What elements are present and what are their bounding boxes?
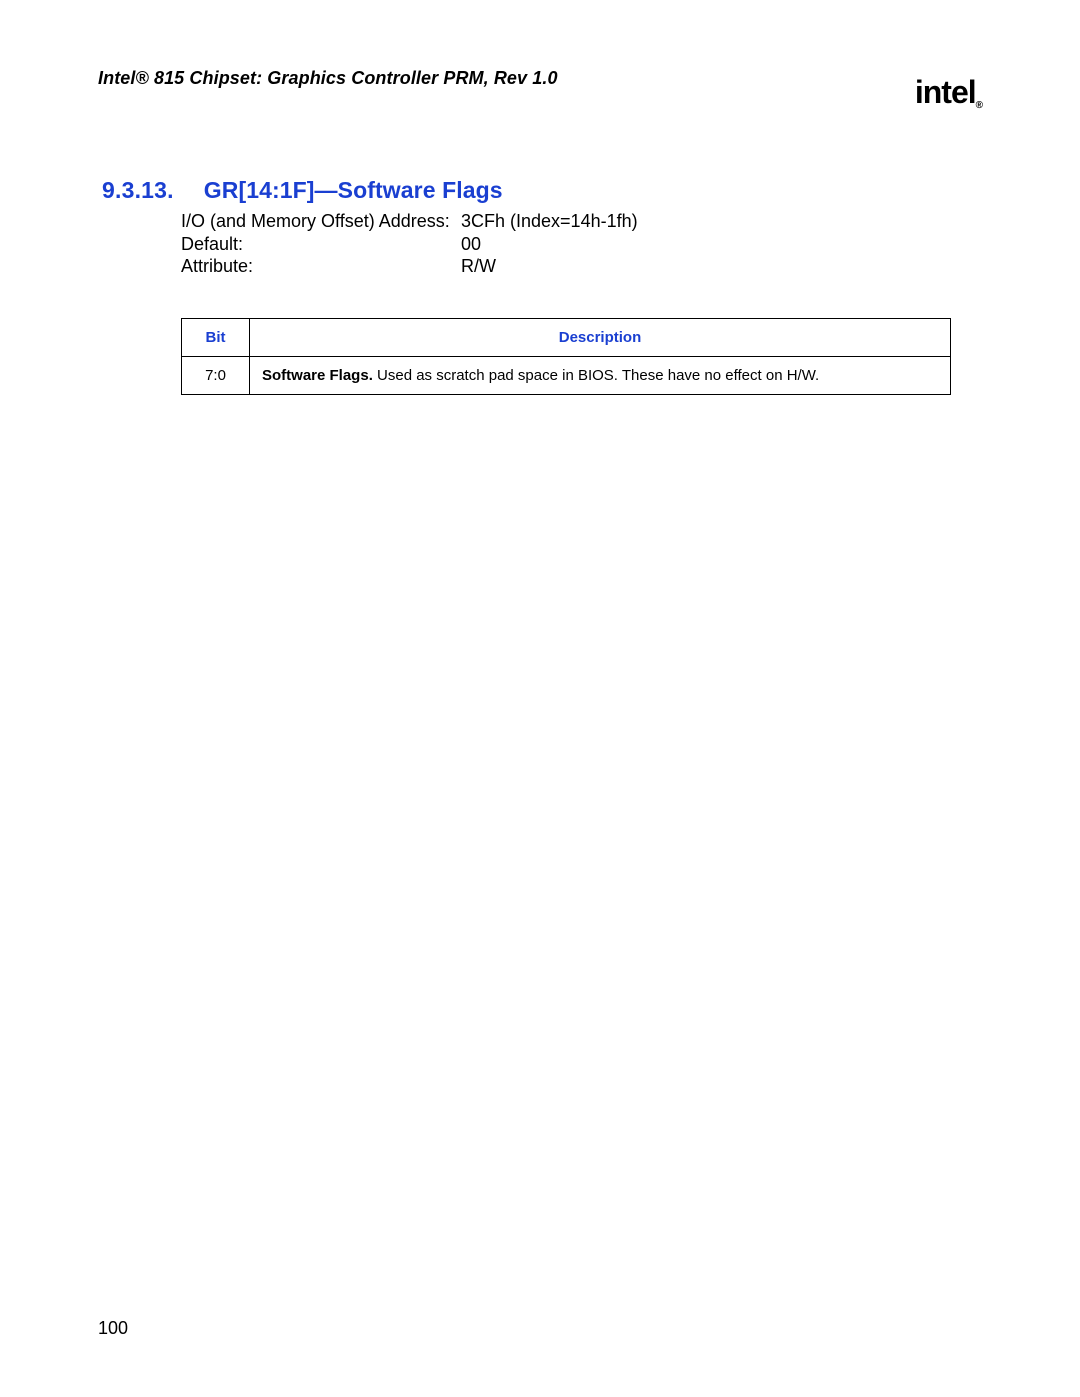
table-header-description: Description	[250, 318, 951, 356]
table-cell-bit: 7:0	[182, 356, 250, 394]
desc-bold: Software Flags.	[262, 367, 373, 384]
meta-value-default: 00	[461, 233, 481, 256]
document-header: Intel® 815 Chipset: Graphics Controller …	[98, 68, 558, 89]
meta-value-address: 3CFh (Index=14h-1fh)	[461, 210, 638, 233]
page-number: 100	[98, 1318, 128, 1339]
meta-label-attribute: Attribute:	[181, 255, 461, 278]
meta-label-address: I/O (and Memory Offset) Address:	[181, 210, 461, 233]
header-row: Intel® 815 Chipset: Graphics Controller …	[98, 68, 982, 107]
meta-label-default: Default:	[181, 233, 461, 256]
section-number: 9.3.13.	[102, 177, 174, 204]
meta-row: I/O (and Memory Offset) Address: 3CFh (I…	[181, 210, 982, 233]
intel-logo-registered: ®	[976, 100, 982, 111]
intel-logo-text: intel	[915, 74, 976, 110]
register-table: Bit Description 7:0 Software Flags. Used…	[181, 318, 951, 395]
register-meta: I/O (and Memory Offset) Address: 3CFh (I…	[181, 210, 982, 278]
table-header-bit: Bit	[182, 318, 250, 356]
intel-logo: intel®	[915, 74, 982, 113]
page-container: Intel® 815 Chipset: Graphics Controller …	[0, 0, 1080, 1397]
meta-row: Attribute: R/W	[181, 255, 982, 278]
section-title: GR[14:1F]—Software Flags	[204, 177, 503, 204]
table-header-row: Bit Description	[182, 318, 951, 356]
meta-row: Default: 00	[181, 233, 982, 256]
meta-value-attribute: R/W	[461, 255, 496, 278]
table-cell-description: Software Flags. Used as scratch pad spac…	[250, 356, 951, 394]
table-row: 7:0 Software Flags. Used as scratch pad …	[182, 356, 951, 394]
desc-rest: Used as scratch pad space in BIOS. These…	[373, 367, 819, 384]
section-heading: 9.3.13. GR[14:1F]—Software Flags	[102, 177, 982, 204]
